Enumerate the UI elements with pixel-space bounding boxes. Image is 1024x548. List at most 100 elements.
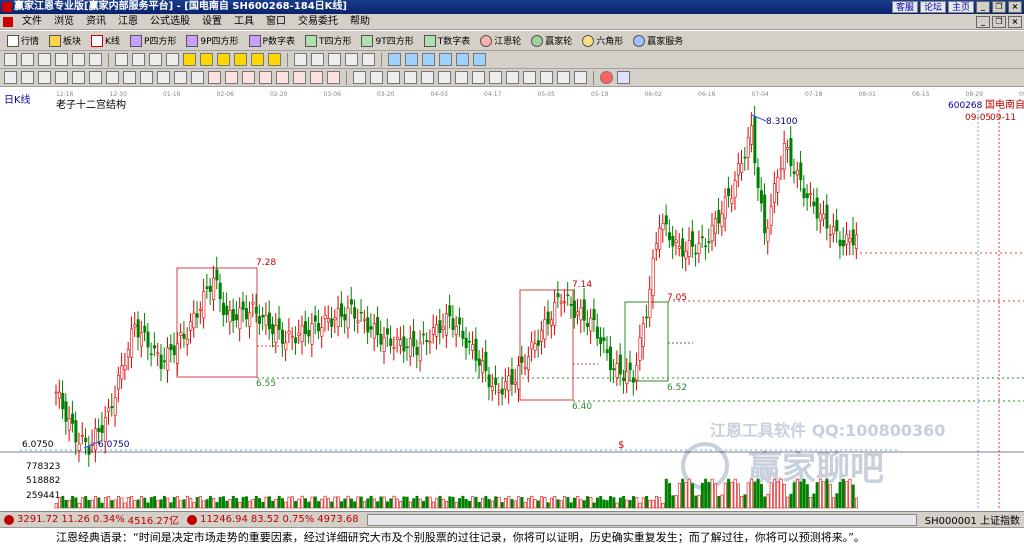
window-1-icon[interactable]	[388, 53, 401, 66]
p-square-button[interactable]: P四方形	[127, 33, 179, 49]
p-number-button[interactable]: P数字表	[246, 33, 298, 49]
diamond-tool-1-icon[interactable]	[183, 53, 196, 66]
sh-index-status[interactable]: 3291.72 11.26 0.34% 4516.27亿	[0, 512, 183, 527]
gann-tool-8-icon[interactable]	[327, 71, 340, 84]
kline-chart-svg[interactable]: 12-16 12-30 01-16 02-06 02-20 03-06 03-20 04-03…	[0, 88, 1024, 511]
fib-tool-8-icon[interactable]	[472, 71, 485, 84]
9p-square-button[interactable]: 9P四方形	[183, 33, 241, 49]
first-icon[interactable]	[115, 53, 128, 66]
fib-tool-6-icon[interactable]	[438, 71, 451, 84]
menu-tools[interactable]: 工具	[228, 14, 260, 30]
line-tool-1-icon[interactable]	[4, 71, 17, 84]
line-tool-4-icon[interactable]	[55, 71, 68, 84]
menu-formula[interactable]: 公式选股	[144, 14, 196, 30]
layout-icon[interactable]	[55, 53, 68, 66]
diamond-tool-6-icon[interactable]	[268, 53, 281, 66]
minimize-icon[interactable]: _	[976, 1, 990, 13]
child-close-icon[interactable]: ×	[1008, 16, 1022, 28]
line-tool-5-icon[interactable]	[72, 71, 85, 84]
fib-tool-10-icon[interactable]	[506, 71, 519, 84]
child-minimize-icon[interactable]: _	[976, 16, 990, 28]
color-picker-icon[interactable]	[600, 71, 613, 84]
diamond-tool-4-icon[interactable]	[234, 53, 247, 66]
window-2-icon[interactable]	[405, 53, 418, 66]
fib-tool-1-icon[interactable]	[353, 71, 366, 84]
line-tool-2-icon[interactable]	[21, 71, 34, 84]
fan-icon[interactable]	[345, 53, 358, 66]
menu-browse[interactable]: 浏览	[48, 14, 80, 30]
refresh-icon[interactable]	[72, 53, 85, 66]
fib-tool-7-icon[interactable]	[455, 71, 468, 84]
gann-tool-3-icon[interactable]	[242, 71, 255, 84]
hexagon-button[interactable]: 六角形	[579, 33, 626, 49]
fib-tool-11-icon[interactable]	[523, 71, 536, 84]
window-3-icon[interactable]	[422, 53, 435, 66]
home-link[interactable]: 主页	[947, 1, 974, 13]
close-icon[interactable]: ×	[1008, 1, 1022, 13]
fib-tool-12-icon[interactable]	[540, 71, 553, 84]
kline-chart-area[interactable]: 12-16 12-30 01-16 02-06 02-20 03-06 03-20 04-03…	[0, 88, 1024, 511]
infinity-icon[interactable]	[617, 71, 630, 84]
diamond-tool-3-icon[interactable]	[217, 53, 230, 66]
window-4-icon[interactable]	[439, 53, 452, 66]
gann-tool-6-icon[interactable]	[293, 71, 306, 84]
line-tool-8-icon[interactable]	[123, 71, 136, 84]
fib-tool-2-icon[interactable]	[370, 71, 383, 84]
line-tool-12-icon[interactable]	[191, 71, 204, 84]
horizontal-scrollbar[interactable]	[366, 513, 917, 526]
gann-tool-7-icon[interactable]	[310, 71, 323, 84]
quote-button[interactable]: 行情	[4, 33, 42, 49]
trend-icon[interactable]	[328, 53, 341, 66]
9t-square-button[interactable]: 9T四方形	[358, 33, 416, 49]
gann-tool-1-icon[interactable]	[208, 71, 221, 84]
kline-button[interactable]: K线	[88, 33, 123, 49]
gann-tool-4-icon[interactable]	[259, 71, 272, 84]
support-link[interactable]: 客服	[891, 1, 918, 13]
menu-file[interactable]: 文件	[16, 14, 48, 30]
fib-tool-5-icon[interactable]	[421, 71, 434, 84]
restore-icon[interactable]: ❐	[992, 1, 1006, 13]
diamond-tool-5-icon[interactable]	[251, 53, 264, 66]
day-period-icon[interactable]	[4, 53, 17, 66]
gann-tool-2-icon[interactable]	[225, 71, 238, 84]
winner-wheel-button[interactable]: 赢家轮	[528, 33, 575, 49]
line-tool-10-icon[interactable]	[157, 71, 170, 84]
line-tool-7-icon[interactable]	[106, 71, 119, 84]
fib-tool-3-icon[interactable]	[387, 71, 400, 84]
t-number-button[interactable]: T数字表	[421, 33, 474, 49]
sz-index-status[interactable]: 11246.94 83.52 0.75% 4973.68	[183, 514, 363, 525]
fib-tool-13-icon[interactable]	[557, 71, 570, 84]
cursor-icon[interactable]	[89, 53, 102, 66]
menu-info[interactable]: 资讯	[80, 14, 112, 30]
window-5-icon[interactable]	[456, 53, 469, 66]
menu-settings[interactable]: 设置	[196, 14, 228, 30]
text-icon[interactable]	[362, 53, 375, 66]
menu-window[interactable]: 窗口	[260, 14, 292, 30]
service-button[interactable]: 赢家服务	[630, 33, 686, 49]
zoom-icon[interactable]	[21, 53, 34, 66]
menu-trade[interactable]: 交易委托	[292, 14, 344, 30]
fib-tool-9-icon[interactable]	[489, 71, 502, 84]
window-6-icon[interactable]	[473, 53, 486, 66]
line-tool-6-icon[interactable]	[89, 71, 102, 84]
hand-icon[interactable]	[294, 53, 307, 66]
gann-wheel-button[interactable]: 江恩轮	[477, 33, 524, 49]
t-square-button[interactable]: T四方形	[302, 33, 355, 49]
gann-tool-5-icon[interactable]	[276, 71, 289, 84]
menu-help[interactable]: 帮助	[344, 14, 376, 30]
line-tool-3-icon[interactable]	[38, 71, 51, 84]
current-index-label[interactable]: SH000001 上证指数	[921, 512, 1024, 527]
last-icon[interactable]	[132, 53, 145, 66]
fib-tool-4-icon[interactable]	[404, 71, 417, 84]
line-tool-9-icon[interactable]	[140, 71, 153, 84]
diamond-tool-2-icon[interactable]	[200, 53, 213, 66]
chart-type-icon[interactable]	[38, 53, 51, 66]
line-tool-11-icon[interactable]	[174, 71, 187, 84]
menu-gann[interactable]: 江恩	[112, 14, 144, 30]
prev-icon[interactable]	[149, 53, 162, 66]
crosshair-icon[interactable]	[311, 53, 324, 66]
next-icon[interactable]	[166, 53, 179, 66]
forum-link[interactable]: 论坛	[919, 1, 946, 13]
child-restore-icon[interactable]: ❐	[992, 16, 1006, 28]
fib-tool-14-icon[interactable]	[574, 71, 587, 84]
